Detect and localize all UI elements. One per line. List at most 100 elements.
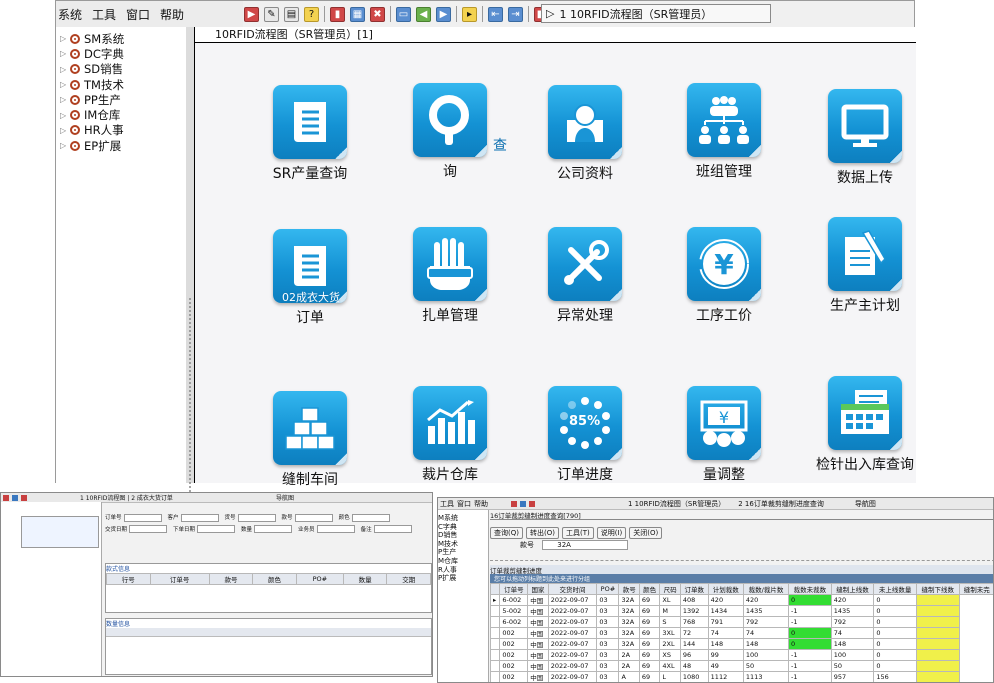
shot1-col-header[interactable]: PO# xyxy=(295,573,344,585)
progress-col-header[interactable]: 国家 xyxy=(527,583,549,595)
shot2-nav[interactable]: 导航图 xyxy=(855,499,876,509)
shot1-field-input[interactable] xyxy=(197,525,236,533)
tree-item[interactable]: ▷ PP生产 xyxy=(56,92,186,107)
module-tile[interactable]: 生产主计划 xyxy=(785,217,945,347)
shot2-tree-item[interactable]: R人事 xyxy=(438,566,488,575)
help-icon[interactable]: ? xyxy=(304,6,319,22)
progress-row[interactable]: 002 中国 2022-09-07 03 A 69 L 1080 1112 1113 -1 957 15… xyxy=(489,671,994,682)
print-icon[interactable]: ▦ xyxy=(350,6,365,22)
tree-item[interactable]: ▷ SD销售 xyxy=(56,62,186,77)
window-tab[interactable]: ▷ 1 10RFID流程图（SR管理员） xyxy=(541,4,771,23)
tree-item[interactable]: ▷ TM技术 xyxy=(56,77,186,92)
progress-col-header[interactable]: 交货时间 xyxy=(547,583,598,595)
shot1-col-header[interactable]: 行号 xyxy=(106,573,151,585)
module-tile[interactable]: ¥ 量调整 xyxy=(644,382,804,512)
shot2-field-input[interactable]: 32A xyxy=(542,540,629,550)
expand-icon[interactable]: ▷ xyxy=(60,34,68,43)
menu-help[interactable]: 帮助 xyxy=(160,6,184,23)
splitter[interactable] xyxy=(186,27,194,497)
expand-icon[interactable]: ▷ xyxy=(60,95,68,104)
shot1-field-input[interactable] xyxy=(180,513,219,522)
shot2-tree-item[interactable]: C字典 xyxy=(438,523,488,532)
module-tile[interactable]: SR产量查询 xyxy=(230,77,390,207)
progress-col-header[interactable]: PO# xyxy=(596,583,620,595)
shot2-menu-help[interactable]: 帮助 xyxy=(474,499,488,509)
progress-row[interactable]: 002 中国 2022-09-07 03 2A 69 XS 96 99 100 -1 100 0 xyxy=(489,649,994,661)
shot1-col-header[interactable]: 交期 xyxy=(386,573,431,585)
progress-col-header[interactable]: 订单数 xyxy=(679,583,709,595)
progress-col-header[interactable]: 款号 xyxy=(618,583,640,595)
expand-icon[interactable]: ▷ xyxy=(60,49,68,58)
shot2-tab2[interactable]: 2 16订单裁剪缝制进度查询 xyxy=(738,499,824,509)
shot1-col-header[interactable]: 颜色 xyxy=(252,573,297,585)
settings-icon[interactable]: ✎ xyxy=(264,6,279,22)
import-icon[interactable]: ⇤ xyxy=(488,6,503,22)
shot1-field-input[interactable] xyxy=(129,525,168,533)
progress-col-header[interactable]: 缝制上线数 xyxy=(830,583,875,595)
progress-col-header[interactable]: 颜色 xyxy=(638,583,661,595)
progress-col-header[interactable]: 裁数/裁片数 xyxy=(742,583,790,595)
tree-item[interactable]: ▷ SM系统 xyxy=(56,31,186,46)
progress-col-header[interactable]: 缝制未完 xyxy=(958,583,993,595)
shot2-button[interactable]: 工具(T) xyxy=(561,527,594,539)
shot1-field-input[interactable] xyxy=(123,513,162,522)
tree-item[interactable]: ▷ DC字典 xyxy=(56,46,186,61)
module-tile[interactable]: 数据上传 xyxy=(785,77,945,207)
shot2-button[interactable]: 关闭(O) xyxy=(629,527,663,539)
shot2-tree-item[interactable]: P生产 xyxy=(438,548,488,557)
shot1-field-input[interactable] xyxy=(316,525,355,533)
progress-col-header[interactable]: 裁数未裁数 xyxy=(788,583,832,595)
progress-col-header[interactable]: 未上线数量 xyxy=(873,583,917,595)
menu-tools[interactable]: 工具 xyxy=(92,6,116,23)
progress-row[interactable]: 002 中国 2022-09-07 03 2A 69 4XL 48 49 50 -1 50 0 xyxy=(489,660,994,672)
back-icon[interactable]: ◀ xyxy=(416,6,431,22)
module-tile[interactable]: 异常处理 xyxy=(505,227,665,357)
module-tile[interactable]: 公司资料 xyxy=(505,77,665,207)
shot1-field-input[interactable] xyxy=(254,525,293,533)
module-tile[interactable]: 85% 订单进度 xyxy=(505,382,665,512)
shot1-col-header[interactable]: 款号 xyxy=(208,573,254,585)
shot1-field-input[interactable] xyxy=(351,513,390,522)
export-icon[interactable]: ⇥ xyxy=(508,6,523,22)
shot1-field-input[interactable] xyxy=(373,525,412,533)
window-list-icon[interactable]: ▭ xyxy=(396,6,411,22)
run-icon[interactable]: ▶ xyxy=(244,6,259,22)
shot2-tree-item[interactable]: P扩展 xyxy=(438,574,488,583)
expand-icon[interactable]: ▷ xyxy=(60,141,68,150)
module-tile[interactable]: ¥ 工序工价 xyxy=(644,227,804,357)
progress-col-header[interactable]: 缝制下线数 xyxy=(915,583,960,595)
shot2-menu-window[interactable]: 窗口 xyxy=(457,499,471,509)
splitter-grip[interactable] xyxy=(188,297,192,497)
expand-icon[interactable]: ▷ xyxy=(60,65,68,74)
progress-row[interactable]: 002 中国 2022-09-07 03 32A 69 3XL 72 74 74 0 74 0 xyxy=(489,627,994,639)
shot2-menu-tools[interactable]: 工具 xyxy=(440,499,454,509)
module-tile[interactable]: 02成衣大货 订单 xyxy=(230,227,390,357)
shot1-field-input[interactable] xyxy=(237,513,276,522)
module-tile[interactable]: 班组管理 xyxy=(644,77,804,207)
shot1-field-input[interactable] xyxy=(294,513,333,522)
progress-row[interactable]: ▸ 6-002 中国 2022-09-07 03 32A 69 XL 408 420 420 0 420… xyxy=(489,594,994,606)
copy-icon[interactable]: ▤ xyxy=(284,6,299,22)
expand-icon[interactable]: ▷ xyxy=(60,126,68,135)
shot1-col-header[interactable]: 数量 xyxy=(342,573,388,585)
shot2-tree-item[interactable]: M系统 xyxy=(438,514,488,523)
menu-window[interactable]: 窗口 xyxy=(126,6,150,23)
save-icon[interactable]: ▮ xyxy=(330,6,345,22)
expand-icon[interactable]: ▷ xyxy=(60,80,68,89)
shot2-tree-item[interactable]: D销售 xyxy=(438,531,488,540)
open-folder-icon[interactable]: ▸ xyxy=(462,6,477,22)
tree-item[interactable]: ▷ EP扩展 xyxy=(56,138,186,153)
shot1-col-header[interactable]: 订单号 xyxy=(149,573,210,585)
delete-icon[interactable]: ✖ xyxy=(370,6,385,22)
shot2-button[interactable]: 查询(Q) xyxy=(490,527,523,539)
shot2-tab1[interactable]: 1 10RFID流程图（SR管理员） xyxy=(628,499,725,509)
progress-col-header[interactable]: 计划裁数 xyxy=(707,583,744,595)
forward-icon[interactable]: ▶ xyxy=(436,6,451,22)
expand-icon[interactable]: ▷ xyxy=(60,111,68,120)
module-tile[interactable]: 检针出入库查询 xyxy=(785,372,945,502)
shot2-button[interactable]: 说明(I) xyxy=(596,527,627,539)
progress-row[interactable]: 6-002 中国 2022-09-07 03 32A 69 S 768 791 792 -1 792 0 xyxy=(489,616,994,628)
menu-system[interactable]: 系统 xyxy=(58,6,82,23)
progress-col-header[interactable]: 订单号 xyxy=(499,583,529,595)
progress-col-header[interactable]: 尺码 xyxy=(659,583,681,595)
